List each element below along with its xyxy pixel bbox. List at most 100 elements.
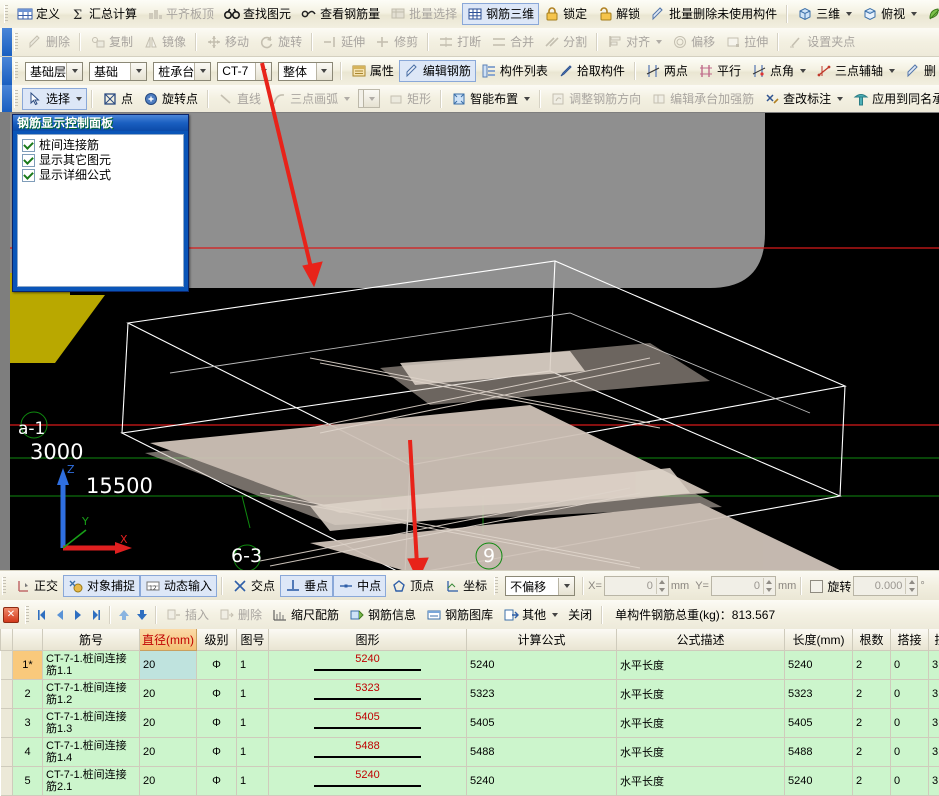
toolbar-button-properties[interactable]: 属性 [346,60,399,82]
statusbar-grip-2[interactable] [494,577,499,595]
combo-floor[interactable]: 基础层 [25,61,84,81]
status-toggle-object-snap[interactable]: 对象捕捉 [63,575,141,597]
col-header-figno[interactable]: 图号 [236,629,269,651]
cell-diameter[interactable]: 20 [139,650,197,680]
cell-name[interactable]: CT-7-1.桩间连接筋1.3 [42,708,140,738]
toolbar-button-apply-same-name[interactable]: 应用到同名承台 [848,88,939,110]
cell-lap[interactable]: 0 [890,650,929,680]
cell-desc[interactable]: 水平长度 [616,679,785,709]
cell-figno[interactable]: 1 [236,766,269,796]
checkbox-icon[interactable] [22,139,35,152]
nav-next-record[interactable] [69,606,87,624]
spinner-arrows[interactable] [905,578,917,594]
cell-length[interactable]: 5240 [784,766,853,796]
combo-display-mode[interactable]: 整体 [278,61,333,81]
cell-diameter[interactable]: 20 [139,766,197,796]
nav-prev-record[interactable] [51,606,69,624]
chevron-down-icon[interactable] [558,577,575,595]
combo-component[interactable]: CT-7 [217,61,273,81]
cell-diameter[interactable]: 20 [139,679,197,709]
table-row[interactable]: 3 CT-7-1.桩间连接筋1.3 20 Φ 1 5405 5405 水平长度 … [0,708,939,738]
cell-figno[interactable]: 1 [236,737,269,767]
col-header-name[interactable]: 筋号 [42,629,140,651]
toolbar-button-rotate-point[interactable]: 旋转点 [138,88,203,110]
rebar-display-control-panel[interactable]: 钢筋显示控制面板 桩间连接筋 显示其它图元 显示详细公式 [12,114,189,292]
col-header-grade[interactable]: 级别 [196,629,237,651]
cell-rowno[interactable]: 5 [12,766,43,796]
cell-rowno[interactable]: 1* [12,650,43,680]
checkbox-row-show-detail-formula[interactable]: 显示详细公式 [22,168,183,183]
table-row[interactable]: 4 CT-7-1.桩间连接筋1.4 20 Φ 1 5488 5488 水平长度 … [0,737,939,767]
cell-rowno[interactable]: 3 [12,708,43,738]
cell-loss[interactable]: 3 [928,708,939,738]
status-toggle-ortho[interactable]: 正交 [10,575,63,597]
toolbar-button-batch-delete-unused[interactable]: 批量删除未使用构件 [645,3,782,25]
combo-category[interactable]: 基础 [89,61,148,81]
cell-count[interactable]: 2 [852,708,891,738]
cell-loss[interactable]: 3 [928,650,939,680]
cell-lap[interactable]: 0 [890,737,929,767]
cell-loss[interactable]: 3 [928,766,939,796]
cell-diameter[interactable]: 20 [139,708,197,738]
cell-formula[interactable]: 5240 [466,650,617,680]
status-toggle-coordinate[interactable]: 坐标 [439,575,492,597]
toolbar-button-smart-layout[interactable]: 智能布置 [446,88,535,110]
y-coordinate-input[interactable]: 0 [710,576,776,596]
rebar-table-container[interactable]: 筋号 直径(mm) 级别 图号 图形 计算公式 公式描述 长度(mm) 根数 搭… [0,629,939,796]
cell-length[interactable]: 5240 [784,650,853,680]
checkbox-row-pile-connect-rebar[interactable]: 桩间连接筋 [22,138,183,153]
cell-lap[interactable]: 0 [890,708,929,738]
spinner-arrows[interactable] [655,578,668,594]
toolbar-button-two-point[interactable]: 两点 [640,60,693,82]
col-header-lap[interactable]: 搭接 [890,629,929,651]
cell-rowno[interactable]: 2 [12,679,43,709]
cell-loss[interactable]: 3 [928,737,939,767]
nav-last-record[interactable] [87,606,105,624]
toolbar-button-rebar-3d[interactable]: 钢筋三维 [462,3,540,25]
chevron-down-icon[interactable] [315,62,332,80]
cell-figno[interactable]: 1 [236,679,269,709]
toolbar-button-dynamic-observe[interactable]: 动态观 [922,3,939,25]
cell-grade[interactable]: Φ [196,737,237,767]
rebarbar-grip[interactable] [25,605,29,624]
cell-lap[interactable]: 0 [890,679,929,709]
cell-desc[interactable]: 水平长度 [616,708,785,738]
col-header-length[interactable]: 长度(mm) [784,629,853,651]
cell-diameter[interactable]: 20 [139,737,197,767]
chevron-down-icon[interactable] [363,90,380,107]
cell-count[interactable]: 2 [852,766,891,796]
col-header-count[interactable]: 根数 [852,629,891,651]
toolbar-button-three-point-axis[interactable]: 三点辅轴 [811,60,900,82]
nav-move-down[interactable] [133,606,151,624]
nav-move-up[interactable] [115,606,133,624]
cell-figno[interactable]: 1 [236,650,269,680]
toolbar-button-parallel[interactable]: 平行 [693,60,746,82]
toolbar-button-summary-calc[interactable]: Σ 汇总计算 [65,3,142,25]
combo-arc-option[interactable] [358,89,381,108]
toolbar-button-top-view[interactable]: 俯视 [857,3,922,25]
cell-count[interactable]: 2 [852,737,891,767]
chevron-down-icon[interactable] [130,62,147,80]
chevron-down-icon[interactable] [846,12,853,16]
table-row[interactable]: 2 CT-7-1.桩间连接筋1.2 20 Φ 1 5323 5323 水平长度 … [0,679,939,709]
cell-figno[interactable]: 1 [236,708,269,738]
nav-first-record[interactable] [33,606,51,624]
toolbar-button-view-rebar-qty[interactable]: 查看钢筋量 [296,3,385,25]
cell-shape[interactable]: 5240 [268,650,467,680]
col-header-desc[interactable]: 公式描述 [616,629,785,651]
status-toggle-perpendicular[interactable]: 垂点 [280,575,334,597]
col-header-diameter[interactable]: 直径(mm) [139,629,197,651]
cell-name[interactable]: CT-7-1.桩间连接筋1.2 [42,679,140,709]
combo-component-type[interactable]: 桩承台 [153,61,212,81]
toolbar-button-component-list[interactable]: 构件列表 [476,60,553,82]
col-header-loss[interactable]: 损耗 [928,629,939,651]
toolbar-button-3d-view[interactable]: 三维 [792,3,857,25]
toolbar-button-edit-rebar[interactable]: 编辑钢筋 [398,60,476,82]
combo-offset-mode[interactable]: 不偏移 [505,576,576,596]
toolbar-button-find-element[interactable]: 查找图元 [219,3,296,25]
rotate-input[interactable]: 0.000 [853,576,919,596]
toolbar-grip[interactable] [4,5,8,23]
chevron-down-icon[interactable] [911,12,918,16]
cell-desc[interactable]: 水平长度 [616,737,785,767]
rebar-button-rebar-info[interactable]: 钢筋信息 [344,604,421,626]
